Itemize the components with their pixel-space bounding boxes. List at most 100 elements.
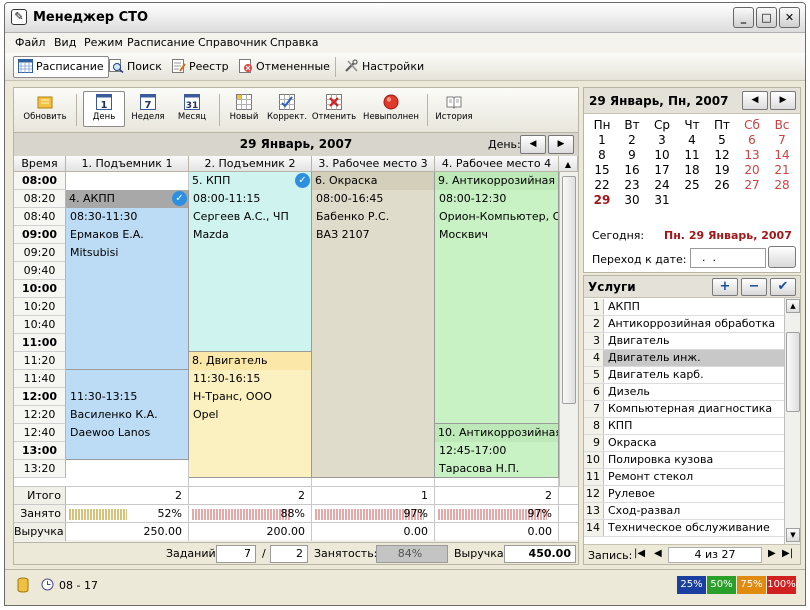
prev-day-button[interactable]: ◀ bbox=[520, 135, 546, 154]
service-row[interactable]: 10 Полировка кузова bbox=[584, 452, 784, 469]
calendar-day[interactable]: 15 bbox=[587, 163, 617, 177]
calendar-day[interactable]: 18 bbox=[677, 163, 707, 177]
calendar-day[interactable]: 21 bbox=[767, 163, 797, 177]
appointment-block[interactable]: 4. АКПП ✓ 08:30-11:30 Ермаков Е.А. Mitsubisi bbox=[66, 190, 189, 370]
calendar-day[interactable]: 10 bbox=[647, 148, 677, 162]
settings-button[interactable]: Настройки bbox=[339, 56, 429, 78]
schedule-button[interactable]: Расписание bbox=[13, 56, 109, 78]
service-row[interactable]: 6 Дизель bbox=[584, 384, 784, 401]
calendar-day[interactable]: 1 bbox=[587, 133, 617, 147]
time-slot: 10:20 bbox=[14, 298, 66, 316]
maximize-button[interactable]: □ bbox=[756, 7, 777, 28]
add-service-button[interactable]: + bbox=[712, 278, 738, 296]
register-button[interactable]: Реестр bbox=[166, 56, 234, 78]
services-scroll-down-button[interactable]: ▼ bbox=[786, 528, 800, 542]
goto-date-input[interactable]: . . bbox=[690, 248, 766, 268]
services-scroll-up-button[interactable]: ▲ bbox=[786, 299, 800, 313]
service-row[interactable]: 14 Техническое обслуживание bbox=[584, 520, 784, 537]
next-record-button[interactable]: ▶ bbox=[768, 548, 776, 559]
today-value[interactable]: Пн. 29 Январь, 2007 bbox=[664, 229, 792, 242]
appointment-block[interactable]: 8. Двигатель 11:30-16:15 Н-Транс, ООО Opel bbox=[189, 352, 312, 478]
appointment-block[interactable]: 10. Антикоррозийная ... 12:45-17:00 Тарасо… bbox=[435, 424, 559, 478]
appointment-block[interactable]: 9. Антикоррозийная о... 08:00-12:30 Орион-… bbox=[435, 172, 559, 424]
service-row[interactable]: 8 КПП bbox=[584, 418, 784, 435]
service-row[interactable]: 12 Рулевое bbox=[584, 486, 784, 503]
history-button[interactable]: История bbox=[433, 91, 475, 127]
service-row[interactable]: 5 Двигатель карб. bbox=[584, 367, 784, 384]
last-record-button[interactable]: ▶| bbox=[782, 548, 793, 559]
service-row[interactable]: 13 Сход-развал bbox=[584, 503, 784, 520]
calendar-day[interactable]: 2 bbox=[617, 133, 647, 147]
calendar-day[interactable]: 13 bbox=[737, 148, 767, 162]
calendar-day[interactable]: 9 bbox=[617, 148, 647, 162]
calendar-day[interactable]: 25 bbox=[677, 178, 707, 192]
calendar-day[interactable]: 16 bbox=[617, 163, 647, 177]
calendar-day[interactable]: 29 bbox=[587, 193, 617, 207]
calendar-day[interactable]: 27 bbox=[737, 178, 767, 192]
services-scroll-thumb[interactable] bbox=[786, 332, 800, 412]
menu-mode[interactable]: Режим bbox=[84, 36, 123, 49]
month-view-button[interactable]: 31 Месяц bbox=[171, 91, 213, 127]
appointment-block[interactable]: 11:30-13:15 Василенко К.А. Daewoo Lanos bbox=[66, 370, 189, 460]
menu-help[interactable]: Справка bbox=[270, 36, 318, 49]
calendar-day[interactable]: 17 bbox=[647, 163, 677, 177]
service-row[interactable]: 2 Антикоррозийная обработка bbox=[584, 316, 784, 333]
calendar-day[interactable]: 8 bbox=[587, 148, 617, 162]
calendar-day[interactable]: 30 bbox=[617, 193, 647, 207]
next-month-button[interactable]: ▶ bbox=[770, 91, 796, 110]
first-record-button[interactable]: |◀ bbox=[634, 548, 645, 559]
next-day-button[interactable]: ▶ bbox=[548, 135, 574, 154]
refresh-button[interactable]: Обновить bbox=[20, 91, 70, 127]
calendar-day[interactable]: 14 bbox=[767, 148, 797, 162]
calendar-day[interactable]: 20 bbox=[737, 163, 767, 177]
confirm-service-button[interactable]: ✔ bbox=[770, 278, 796, 296]
calendar-day[interactable]: 28 bbox=[767, 178, 797, 192]
calendar-day[interactable]: 3 bbox=[647, 133, 677, 147]
services-vertical-scrollbar[interactable]: ▲ ▼ bbox=[784, 298, 800, 544]
revenue-total-value: 450.00 bbox=[504, 545, 576, 563]
calendar-day[interactable]: 5 bbox=[707, 133, 737, 147]
title-bar[interactable]: ✎ Менеджер СТО _ □ ✕ bbox=[5, 3, 805, 33]
close-button[interactable]: ✕ bbox=[779, 7, 800, 28]
service-row[interactable]: 9 Окраска bbox=[584, 435, 784, 452]
calendar-day[interactable]: 7 bbox=[767, 133, 797, 147]
grid-scroll-thumb[interactable] bbox=[562, 176, 576, 404]
calendar-day[interactable]: 11 bbox=[677, 148, 707, 162]
remove-service-button[interactable]: − bbox=[741, 278, 767, 296]
calendar-day[interactable]: 23 bbox=[617, 178, 647, 192]
menu-reference[interactable]: Справочник bbox=[198, 36, 267, 49]
week-view-button[interactable]: 7 Неделя bbox=[127, 91, 169, 127]
calendar-day[interactable]: 12 bbox=[707, 148, 737, 162]
cancelled-button[interactable]: Отмененные bbox=[233, 56, 335, 78]
service-row[interactable]: 7 Компьютерная диагностика bbox=[584, 401, 784, 418]
appointment-block[interactable]: 6. Окраска 08:00-16:45 Бабенко Р.С. ВАЗ 210… bbox=[312, 172, 435, 478]
menu-schedule[interactable]: Расписание bbox=[127, 36, 195, 49]
service-row[interactable]: 1 АКПП bbox=[584, 299, 784, 316]
record-position[interactable]: 4 из 27 bbox=[668, 547, 762, 563]
menu-file[interactable]: Файл bbox=[15, 36, 45, 49]
search-button[interactable]: Поиск bbox=[104, 56, 167, 78]
service-row[interactable]: 4 Двигатель инж. bbox=[584, 350, 784, 367]
calendar-day[interactable]: 31 bbox=[647, 193, 677, 207]
prev-month-button[interactable]: ◀ bbox=[742, 91, 768, 110]
service-row[interactable]: 11 Ремонт стекол bbox=[584, 469, 784, 486]
calendar-day[interactable]: 6 bbox=[737, 133, 767, 147]
calendar-day[interactable]: 19 bbox=[707, 163, 737, 177]
cancel-appointment-button[interactable]: Отменить bbox=[310, 91, 358, 127]
appointment-block[interactable]: 5. КПП ✓ 08:00-11:15 Сергеев А.С., ЧП Mazda bbox=[189, 172, 312, 352]
calendar-day[interactable]: 4 bbox=[677, 133, 707, 147]
calendar-day[interactable]: 22 bbox=[587, 178, 617, 192]
new-button[interactable]: Новый bbox=[224, 91, 264, 127]
prev-record-button[interactable]: ◀ bbox=[654, 548, 662, 559]
edit-button[interactable]: Коррект. bbox=[266, 91, 308, 127]
menu-view[interactable]: Вид bbox=[54, 36, 76, 49]
minimize-button[interactable]: _ bbox=[733, 7, 754, 28]
grid-vertical-scrollbar[interactable] bbox=[559, 172, 578, 486]
not-done-button[interactable]: Невыполнен bbox=[362, 91, 420, 127]
calendar-day[interactable]: 26 bbox=[707, 178, 737, 192]
service-row[interactable]: 3 Двигатель bbox=[584, 333, 784, 350]
grid-scroll-up-button[interactable]: ▲ bbox=[559, 156, 578, 172]
day-view-button[interactable]: 1 День bbox=[83, 91, 125, 127]
calendar-day[interactable]: 24 bbox=[647, 178, 677, 192]
goto-date-button[interactable] bbox=[768, 246, 796, 268]
